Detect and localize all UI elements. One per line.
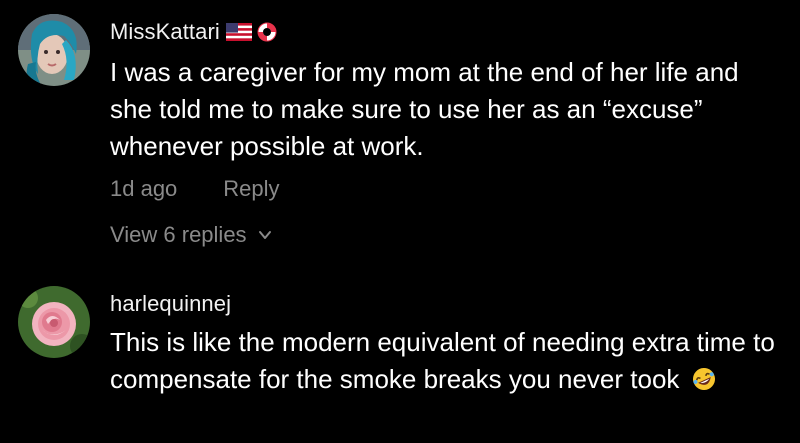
chevron-down-icon	[258, 231, 271, 239]
avatar[interactable]	[18, 286, 90, 358]
lifebuoy-icon	[257, 22, 277, 42]
comment-meta: 1d ago Reply	[110, 176, 280, 202]
comment-text: I was a caregiver for my mom at the end …	[110, 57, 739, 161]
comment-misskattari: MissKattari I was a caregiver for my mom…	[0, 0, 800, 260]
comment-harlequinnej: harlequinnej This is like the modern equ…	[0, 280, 800, 443]
username[interactable]: MissKattari	[110, 19, 220, 45]
comment-text-content: This is like the modern equivalent of ne…	[110, 327, 775, 394]
rolling-on-floor-laughing-icon	[692, 368, 715, 390]
timestamp: 1d ago	[110, 176, 178, 201]
us-flag-icon	[225, 23, 252, 41]
avatar-image	[18, 286, 90, 358]
comment-header: MissKattari	[110, 17, 278, 47]
comment-text: This is like the modern equivalent of ne…	[110, 324, 790, 398]
comment-header: harlequinnej	[110, 289, 231, 319]
avatar-image	[18, 14, 90, 86]
username[interactable]: harlequinnej	[110, 291, 231, 317]
view-replies-button[interactable]: View 6 replies	[110, 222, 273, 248]
view-replies-label: View 6 replies	[110, 222, 247, 247]
reply-button[interactable]: Reply	[223, 176, 279, 202]
avatar[interactable]	[18, 14, 90, 86]
